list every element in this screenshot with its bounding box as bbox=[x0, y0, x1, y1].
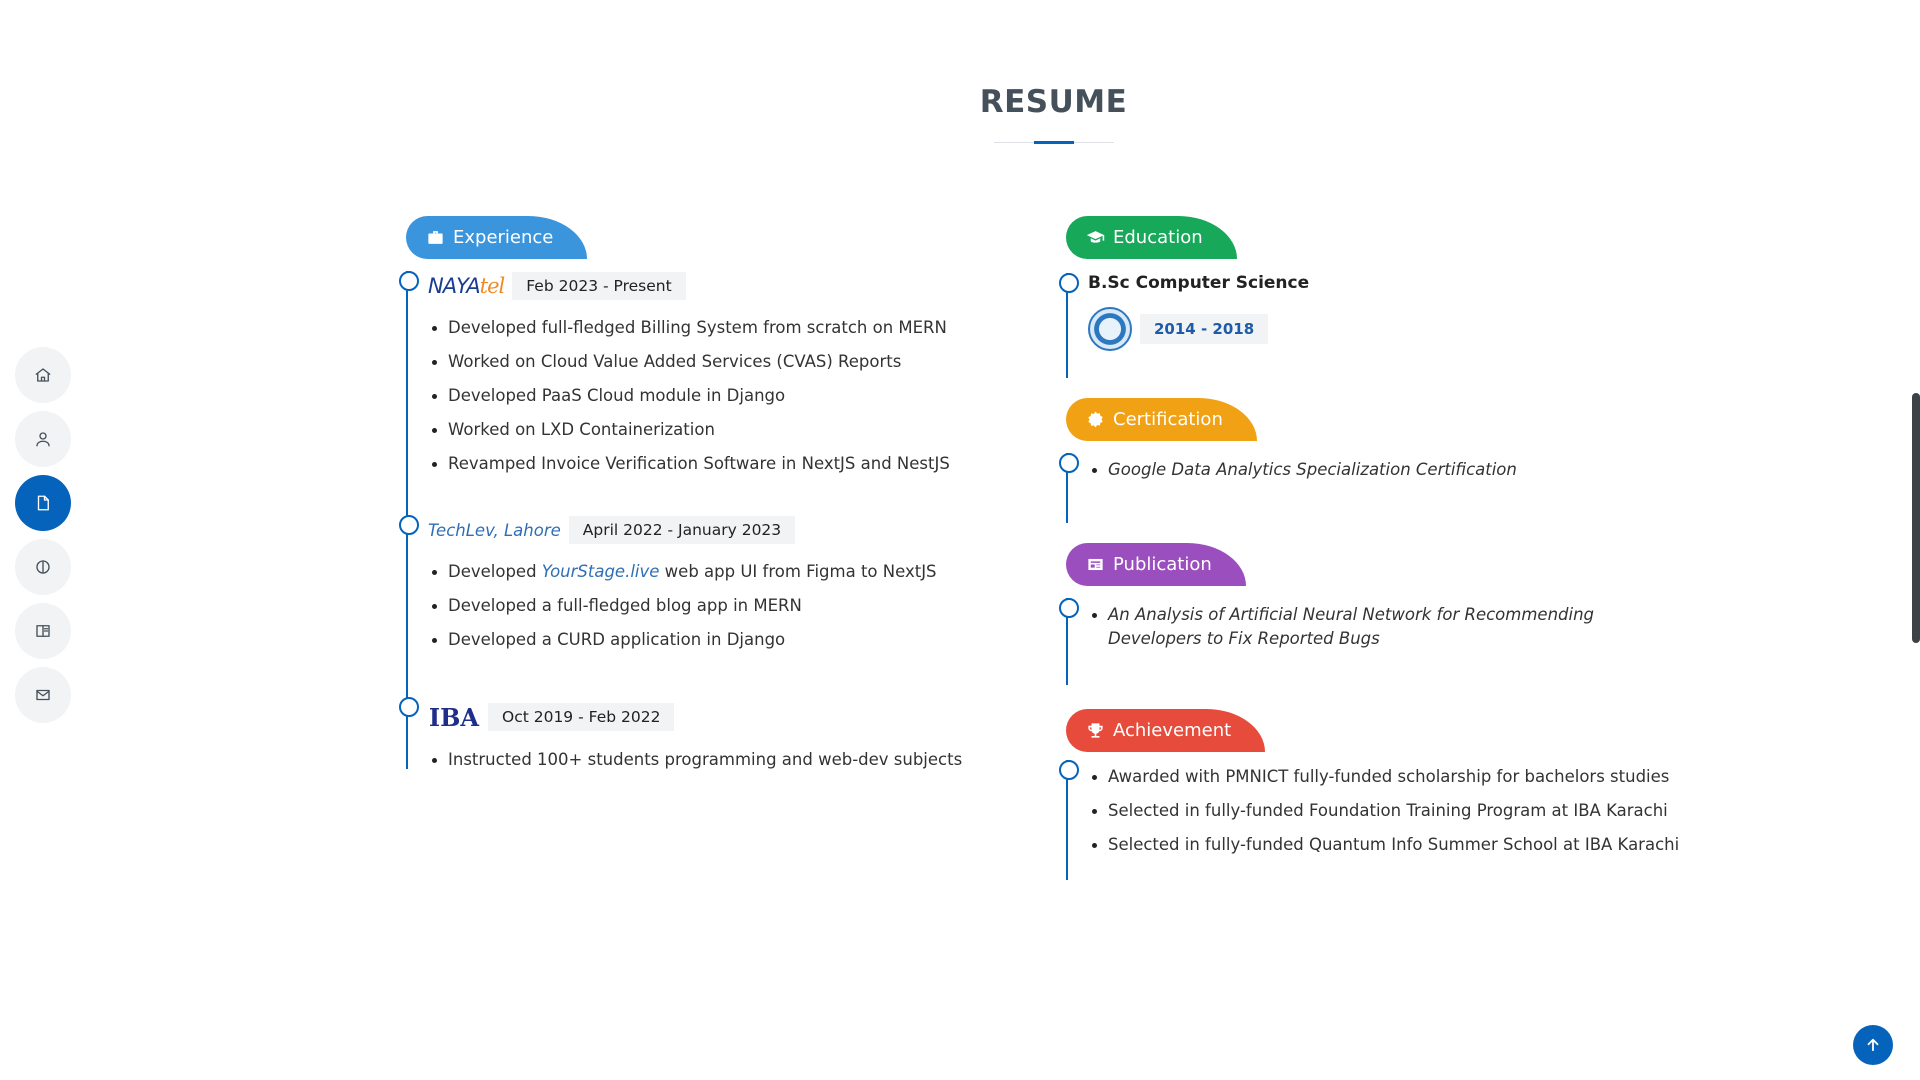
certification-list: Google Data Analytics Specialization Cer… bbox=[1088, 453, 1686, 487]
list-item: Developed YourStage.live web app UI from… bbox=[428, 555, 1026, 589]
list-item: Selected in fully-funded Quantum Info Su… bbox=[1088, 828, 1686, 862]
nav-portfolio-button[interactable] bbox=[15, 539, 71, 595]
experience-column: Experience NAYAtel Feb 2023 - Present De… bbox=[399, 216, 1026, 769]
list-item: Awarded with PMNICT fully-funded scholar… bbox=[1088, 760, 1686, 794]
nav-home-button[interactable] bbox=[15, 347, 71, 403]
education-badge: Education bbox=[1066, 216, 1237, 259]
list-item: Developed full-fledged Billing System fr… bbox=[428, 311, 1026, 345]
newspaper-icon bbox=[1088, 558, 1103, 571]
experience-bullets: Developed full-fledged Billing System fr… bbox=[428, 311, 1026, 481]
nav-resume-button[interactable] bbox=[15, 475, 71, 531]
nayatel-logo: NAYAtel bbox=[428, 274, 505, 298]
file-icon bbox=[37, 495, 49, 511]
certification-timeline: Google Data Analytics Specialization Cer… bbox=[1059, 453, 1686, 523]
section-title: RESUME bbox=[0, 84, 1920, 120]
user-icon bbox=[36, 432, 50, 447]
experience-date: April 2022 - January 2023 bbox=[568, 516, 796, 544]
degree-title: B.Sc Computer Science bbox=[1088, 273, 1310, 293]
achievement-timeline: Awarded with PMNICT fully-funded scholar… bbox=[1059, 760, 1686, 880]
list-item: Revamped Invoice Verification Software i… bbox=[428, 447, 1026, 481]
education-item: B.Sc Computer Science 2014 - 2018 bbox=[1059, 273, 1686, 351]
publication-item: An Analysis of Artificial Neural Network… bbox=[1059, 598, 1686, 651]
experience-bullets: Instructed 100+ students programming and… bbox=[428, 743, 1026, 777]
experience-date: Feb 2023 - Present bbox=[512, 272, 686, 300]
arrow-up-icon bbox=[1867, 1038, 1879, 1052]
page-title: RESUME bbox=[979, 84, 1128, 120]
scrollbar-thumb[interactable] bbox=[1912, 393, 1920, 643]
university-logo bbox=[1088, 307, 1132, 351]
publication-label: Publication bbox=[1113, 554, 1212, 575]
achievement-list: Awarded with PMNICT fully-funded scholar… bbox=[1088, 760, 1686, 862]
home-icon bbox=[35, 368, 51, 382]
experience-item: IBA Oct 2019 - Feb 2022 Instructed 100+ … bbox=[399, 697, 1026, 777]
circle-half-icon bbox=[36, 560, 50, 574]
achievement-item: Awarded with PMNICT fully-funded scholar… bbox=[1059, 760, 1686, 862]
mail-icon bbox=[36, 689, 50, 701]
experience-label: Experience bbox=[453, 227, 554, 248]
list-item: Instructed 100+ students programming and… bbox=[428, 743, 1026, 777]
nav-about-button[interactable] bbox=[15, 411, 71, 467]
achievement-label: Achievement bbox=[1113, 720, 1232, 741]
experience-item: NAYAtel Feb 2023 - Present Developed ful… bbox=[399, 271, 1026, 481]
briefcase-icon bbox=[428, 231, 443, 244]
publication-timeline: An Analysis of Artificial Neural Network… bbox=[1059, 598, 1686, 685]
list-item: Selected in fully-funded Foundation Trai… bbox=[1088, 794, 1686, 828]
achievement-badge: Achievement bbox=[1066, 709, 1266, 752]
book-icon bbox=[36, 625, 50, 637]
list-item: Developed a full-fledged blog app in MER… bbox=[428, 589, 1026, 623]
publication-badge: Publication bbox=[1066, 543, 1246, 586]
list-item: Worked on LXD Containerization bbox=[428, 413, 1026, 447]
list-item: Developed a CURD application in Django bbox=[428, 623, 1026, 657]
publication-link[interactable]: An Analysis of Artificial Neural Network… bbox=[1088, 598, 1648, 651]
trophy-icon bbox=[1088, 723, 1103, 738]
yourstage-link[interactable]: YourStage.live bbox=[542, 562, 660, 581]
nav-services-button[interactable] bbox=[15, 603, 71, 659]
experience-date: Oct 2019 - Feb 2022 bbox=[488, 703, 675, 731]
experience-timeline: NAYAtel Feb 2023 - Present Developed ful… bbox=[399, 271, 1026, 769]
certification-label: Certification bbox=[1113, 409, 1223, 430]
certification-link[interactable]: Google Data Analytics Specialization Cer… bbox=[1088, 453, 1686, 487]
iba-logo: IBA bbox=[428, 702, 480, 732]
company-link[interactable]: TechLev, Lahore bbox=[428, 521, 561, 540]
list-item: Developed PaaS Cloud module in Django bbox=[428, 379, 1026, 413]
experience-bullets: Developed YourStage.live web app UI from… bbox=[428, 555, 1026, 657]
experience-badge: Experience bbox=[406, 216, 588, 259]
education-date: 2014 - 2018 bbox=[1140, 314, 1269, 344]
certification-item: Google Data Analytics Specialization Cer… bbox=[1059, 453, 1686, 487]
education-timeline: B.Sc Computer Science 2014 - 2018 bbox=[1059, 273, 1686, 378]
back-to-top-button[interactable] bbox=[1853, 1025, 1893, 1065]
qualifications-column: Education B.Sc Computer Science 2014 - 2… bbox=[1059, 216, 1686, 880]
side-nav bbox=[15, 347, 71, 723]
certification-badge: Certification bbox=[1066, 398, 1257, 441]
nav-contact-button[interactable] bbox=[15, 667, 71, 723]
list-item: Worked on Cloud Value Added Services (CV… bbox=[428, 345, 1026, 379]
graduation-cap-icon bbox=[1086, 231, 1105, 243]
certificate-icon bbox=[1088, 411, 1103, 428]
publication-list: An Analysis of Artificial Neural Network… bbox=[1088, 598, 1686, 651]
education-label: Education bbox=[1113, 227, 1203, 248]
title-accent-bar bbox=[1034, 141, 1074, 144]
experience-item: TechLev, Lahore April 2022 - January 202… bbox=[399, 515, 1026, 657]
